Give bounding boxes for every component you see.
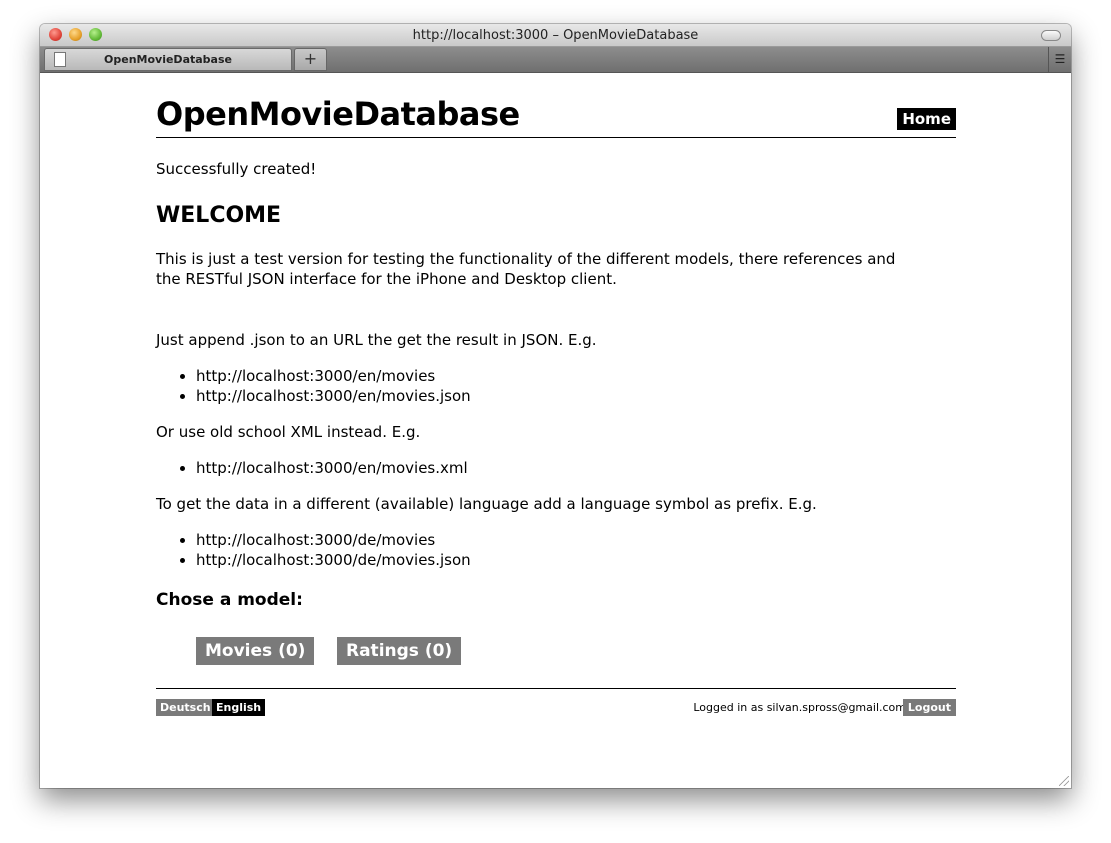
language-deutsch-button[interactable]: Deutsch	[156, 699, 215, 716]
site-footer: Deutsch English Logged in as silvan.spro…	[156, 688, 956, 719]
language-note: To get the data in a different (availabl…	[156, 495, 817, 513]
tab-label: OpenMovieDatabase	[104, 53, 232, 66]
tab-menu-icon[interactable]: ☰	[1048, 47, 1071, 72]
site-title: OpenMovieDatabase	[156, 95, 520, 133]
xml-note: Or use old school XML instead. E.g.	[156, 423, 421, 441]
list-item[interactable]: http://localhost:3000/de/movies.json	[196, 550, 471, 570]
new-tab-button[interactable]: +	[294, 48, 327, 71]
window-title: http://localhost:3000 – OpenMovieDatabas…	[412, 28, 699, 43]
tab-openmoviedatabase[interactable]: OpenMovieDatabase	[44, 48, 292, 71]
list-item[interactable]: http://localhost:3000/en/movies.xml	[196, 458, 468, 478]
xml-link-list: http://localhost:3000/en/movies.xml	[181, 458, 468, 478]
model-heading: Chose a model:	[156, 590, 303, 610]
title-bar: http://localhost:3000 – OpenMovieDatabas…	[40, 24, 1071, 47]
toolbar-toggle-button[interactable]	[1041, 30, 1061, 41]
json-link-list: http://localhost:3000/en/movies http://l…	[181, 366, 471, 406]
resize-grip-icon[interactable]	[1059, 776, 1069, 786]
logout-button[interactable]: Logout	[902, 699, 956, 716]
ratings-button[interactable]: Ratings (0)	[337, 637, 462, 665]
movies-button[interactable]: Movies (0)	[196, 637, 315, 665]
flash-message: Successfully created!	[156, 160, 317, 178]
site-header: OpenMovieDatabase Home	[156, 73, 956, 138]
json-note: Just append .json to an URL the get the …	[156, 331, 597, 349]
list-item[interactable]: http://localhost:3000/de/movies	[196, 530, 471, 550]
language-english-button[interactable]: English	[212, 699, 266, 716]
list-item[interactable]: http://localhost:3000/en/movies	[196, 366, 471, 386]
intro-paragraph: This is just a test version for testing …	[156, 250, 896, 288]
logged-in-status: Logged in as silvan.spross@gmail.com	[693, 701, 906, 714]
language-link-list: http://localhost:3000/de/movies http://l…	[181, 530, 471, 570]
welcome-heading: WELCOME	[156, 203, 282, 228]
home-link[interactable]: Home	[897, 108, 956, 130]
page-content: OpenMovieDatabase Home Successfully crea…	[156, 73, 956, 716]
list-item[interactable]: http://localhost:3000/en/movies.json	[196, 386, 471, 406]
browser-window: http://localhost:3000 – OpenMovieDatabas…	[40, 24, 1071, 788]
page-viewport: OpenMovieDatabase Home Successfully crea…	[40, 73, 1071, 788]
tab-bar: OpenMovieDatabase + ☰	[40, 47, 1071, 73]
